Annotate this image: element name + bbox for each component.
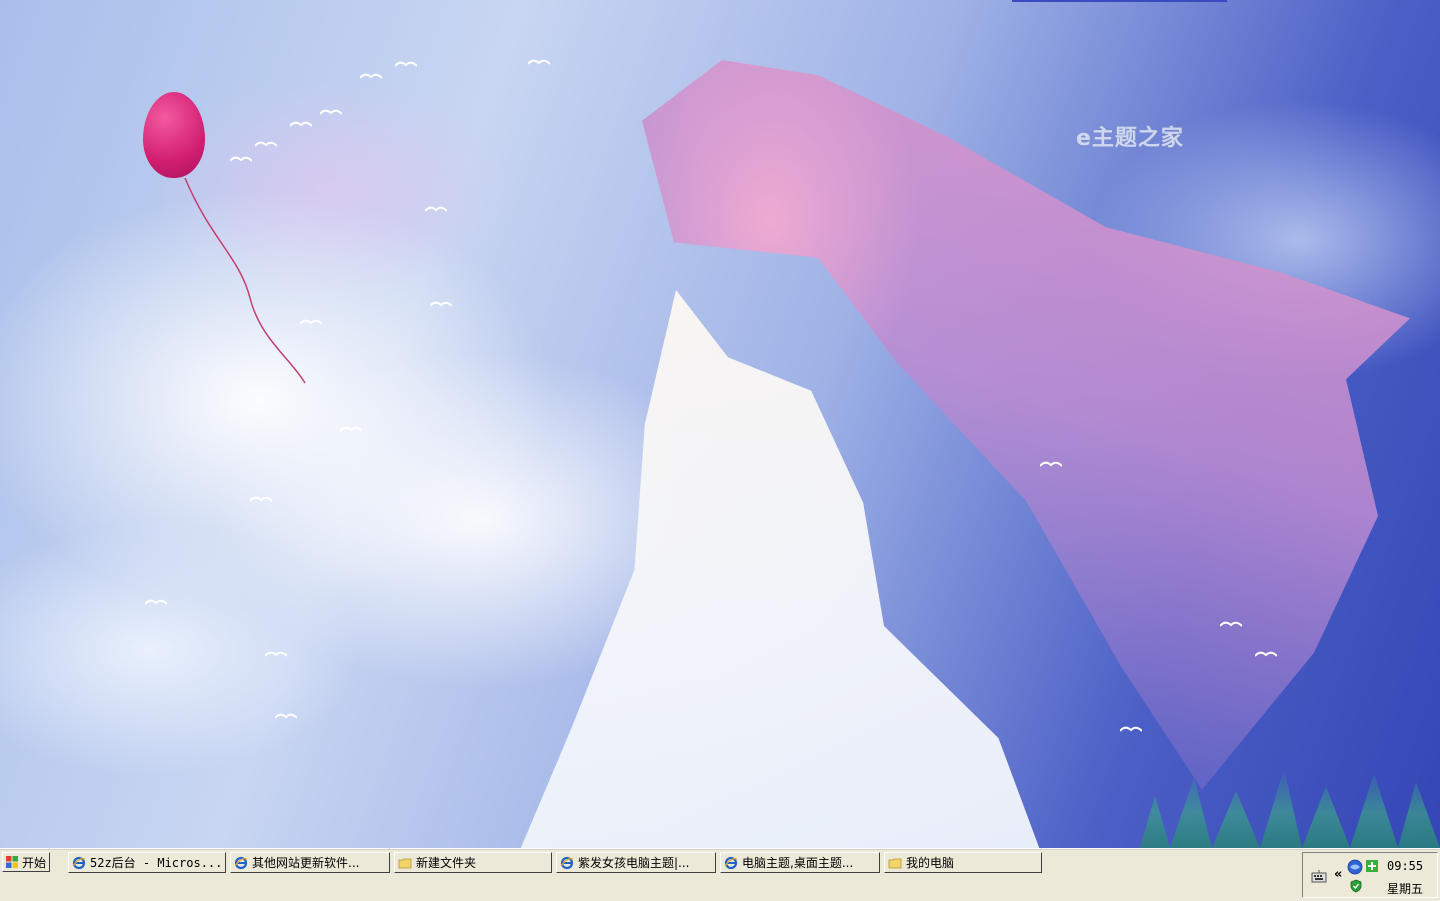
internet-explorer-icon (72, 856, 86, 869)
keyboard-icon[interactable] (1311, 869, 1327, 883)
taskbar-button-new-folder[interactable]: 新建文件夹 (394, 852, 552, 873)
clock-weekday: 星期五 (1387, 882, 1424, 896)
taskbar-button-label: 电脑主题,桌面主题... (742, 856, 854, 870)
bird-icon (395, 61, 417, 67)
bird-icon (290, 121, 312, 127)
bird-icon (430, 301, 452, 307)
start-button[interactable]: 开始 (2, 852, 50, 872)
bird-icon (230, 156, 252, 162)
internet-explorer-icon (234, 856, 248, 869)
bird-icon (255, 141, 277, 147)
windows-flag-icon (6, 856, 18, 868)
internet-explorer-icon (724, 856, 738, 869)
internet-explorer-icon (560, 856, 574, 869)
folder-icon (398, 858, 412, 868)
taskbar-button-purple-girl-theme[interactable]: 紫发女孩电脑主题|... (556, 852, 716, 873)
taskbar-button-other-sites[interactable]: 其他网站更新软件... (230, 852, 390, 873)
bird-icon (425, 206, 447, 212)
taskbar-button-label: 其他网站更新软件... (252, 856, 360, 870)
taskbar-button-desktop-theme[interactable]: 电脑主题,桌面主题... (720, 852, 880, 873)
bird-icon (360, 73, 382, 79)
bird-icon (275, 713, 297, 719)
desktop-wallpaper: e主题之家 (0, 0, 1440, 848)
bird-icon (340, 426, 362, 432)
taskbar-button-label: 我的电脑 (906, 856, 955, 870)
taskbar-button-52z-admin[interactable]: 52z后台 - Micros... (68, 852, 226, 873)
taskbar-button-label: 新建文件夹 (416, 856, 477, 870)
balloon-icon (143, 92, 205, 178)
add-icon[interactable] (1365, 859, 1379, 873)
bird-icon (320, 109, 342, 115)
bird-icon (1120, 726, 1142, 732)
bird-icon (250, 496, 272, 502)
network-globe-icon[interactable] (1347, 859, 1363, 875)
bird-icon (1255, 651, 1277, 657)
balloon-string (184, 178, 306, 384)
start-label: 开始 (22, 855, 47, 870)
taskbar-button-label: 52z后台 - Micros... (90, 856, 223, 870)
wallpaper-watermark: e主题之家 (1076, 126, 1184, 151)
bird-icon (1040, 461, 1062, 467)
system-tray: « 09:55 星期五 (1302, 852, 1438, 898)
bird-icon (265, 651, 287, 657)
bird-icon (145, 599, 167, 605)
tray-expand-button[interactable]: « (1334, 867, 1342, 882)
clock-time[interactable]: 09:55 (1387, 859, 1423, 873)
security-shield-icon[interactable] (1349, 879, 1363, 893)
taskbar-button-label: 紫发女孩电脑主题|... (578, 856, 690, 870)
wallpaper-grass (1140, 768, 1440, 848)
top-edge-bar (1012, 0, 1227, 2)
taskbar: 开始 52z后台 - Micros... 其他网站更新软件... 新建文件夹 紫… (0, 848, 1440, 901)
folder-icon (888, 858, 902, 868)
taskbar-button-my-computer[interactable]: 我的电脑 (884, 852, 1042, 873)
bird-icon (1220, 621, 1242, 627)
bird-icon (528, 59, 550, 65)
bird-icon (300, 319, 322, 325)
